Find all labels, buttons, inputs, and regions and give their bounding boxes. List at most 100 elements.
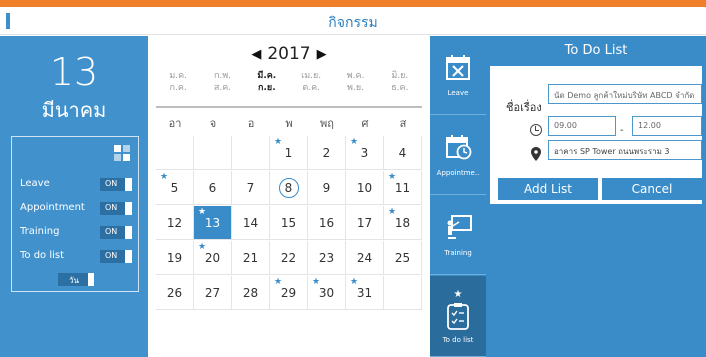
tab-todo[interactable]: ★ To do list (430, 276, 486, 357)
event-star-icon: ★ (350, 137, 359, 147)
calendar-day[interactable]: 28 (232, 276, 270, 310)
day-number: 25 (394, 251, 411, 265)
calendar-day[interactable]: 8 (270, 171, 308, 205)
tab-label: Training (444, 249, 472, 257)
calendar-day[interactable]: 10 (346, 171, 384, 205)
day-number: 15 (280, 216, 297, 230)
calendar-day[interactable]: 2 (308, 136, 346, 170)
filter-leave: Leave ON (20, 177, 132, 193)
location-pin-icon (531, 147, 541, 161)
calendar-day[interactable]: 14 (232, 206, 270, 240)
location-input[interactable]: อาคาร SP Tower ถนนพระราม 3 (548, 140, 702, 160)
weekday-label: อา (168, 117, 182, 130)
calendar-day[interactable]: 22 (270, 241, 308, 275)
month-option[interactable]: มี.ค. ก.ย. (248, 70, 286, 94)
filter-todo: To do list ON (20, 249, 132, 265)
event-star-icon: ★ (388, 207, 397, 217)
day-number: 12 (166, 216, 183, 230)
calendar-day[interactable]: ★ 13 (194, 206, 232, 240)
month-option[interactable]: มิ.ย. ธ.ค. (381, 70, 419, 94)
day-number: 17 (356, 216, 373, 230)
event-star-icon: ★ (350, 277, 359, 287)
event-star-icon: ★ (388, 172, 397, 182)
day-number: 29 (280, 286, 297, 300)
calendar-empty-cell (384, 276, 422, 310)
calendar-day[interactable]: 17 (346, 206, 384, 240)
calendar-day[interactable]: 16 (308, 206, 346, 240)
end-time-input[interactable]: 12.00 (632, 116, 702, 136)
month-option[interactable]: ก.พ. ส.ค. (204, 70, 242, 94)
calendar-day[interactable]: 26 (156, 276, 194, 310)
tab-label: Appointme.. (436, 169, 480, 177)
calendar-day[interactable]: ★ 5 (156, 171, 194, 205)
day-number: 20 (204, 251, 221, 265)
cancel-button[interactable]: Cancel (602, 178, 702, 200)
date-summary-panel: 13 มีนาคม Leave ON Appointment ON Traini… (0, 36, 148, 357)
todo-title: To Do List (564, 43, 628, 58)
calendar-day[interactable]: 15 (270, 206, 308, 240)
month-option[interactable]: พ.ค. พ.ย. (337, 70, 375, 94)
tab-appointment[interactable]: Appointme.. (430, 116, 486, 195)
caret-right-icon[interactable]: ▶ (317, 47, 327, 62)
event-star-icon: ★ (312, 277, 321, 287)
calendar-day[interactable]: 9 (308, 171, 346, 205)
appointment-toggle[interactable]: ON (100, 202, 132, 215)
filter-label: Training (20, 226, 60, 237)
selected-day-number: 13 (49, 50, 99, 94)
filter-box: Leave ON Appointment ON Training ON To d… (11, 136, 139, 292)
calendar-empty-cell (232, 136, 270, 170)
filter-label: Appointment (20, 202, 85, 213)
add-list-button[interactable]: Add List (498, 178, 598, 200)
selected-month-name: มีนาคม (41, 98, 107, 122)
day-number: 16 (318, 216, 335, 230)
month-option[interactable]: เม.ย. ต.ค. (292, 70, 330, 94)
tab-leave[interactable]: Leave (430, 36, 486, 115)
header-bar: กิจกรรม (0, 7, 706, 35)
day-number: 13 (204, 216, 221, 230)
day-number: 24 (356, 251, 373, 265)
event-star-icon: ★ (274, 277, 283, 287)
weekday-header: อา จ อ พ พฤ ศ ส (156, 114, 422, 130)
subject-input[interactable]: นัด Demo ลูกค้าใหม่บริษัท ABCD จำกัด (548, 84, 702, 104)
calendar-day[interactable]: 21 (232, 241, 270, 275)
month-divider (156, 106, 422, 108)
calendar-day[interactable]: 25 (384, 241, 422, 275)
calendar-day[interactable]: 27 (194, 276, 232, 310)
calendar-day[interactable]: ★ 3 (346, 136, 384, 170)
day-number: 23 (318, 251, 335, 265)
calendar-day[interactable]: ★ 29 (270, 276, 308, 310)
calendar-day[interactable]: 12 (156, 206, 194, 240)
subject-label: ชื่อเรื่อง (506, 101, 542, 114)
day-view-toggle[interactable]: วัน (58, 273, 94, 286)
training-toggle[interactable]: ON (100, 226, 132, 239)
weekday-label: พฤ (320, 117, 334, 130)
calendar-day[interactable]: 7 (232, 171, 270, 205)
calendar-day[interactable]: 4 (384, 136, 422, 170)
calendar-day[interactable]: ★ 18 (384, 206, 422, 240)
weekday-label: พ (285, 117, 293, 130)
calendar-day[interactable]: ★ 1 (270, 136, 308, 170)
leave-toggle[interactable]: ON (100, 178, 132, 191)
calendar-day[interactable]: 23 (308, 241, 346, 275)
calendar-day[interactable]: ★ 20 (194, 241, 232, 275)
category-tabs: Leave Appointme.. Training ★ To do list (430, 36, 486, 357)
day-number: 3 (360, 146, 369, 160)
day-number: 31 (356, 286, 373, 300)
todo-panel: To Do List ชื่อเรื่อง นัด Demo ลูกค้าใหม… (486, 36, 706, 357)
calendar: ◀ 20 17 ▶ ม.ค. ก.ค. ก.พ. ส.ค. มี.ค. ก.ย. เม.ย. ต.ค… (148, 36, 430, 357)
start-time-input[interactable]: 09.00 (548, 116, 616, 136)
month-option[interactable]: ม.ค. ก.ค. (159, 70, 197, 94)
calendar-day[interactable]: ★ 11 (384, 171, 422, 205)
filter-appointment: Appointment ON (20, 201, 132, 217)
calendar-day[interactable]: 24 (346, 241, 384, 275)
calendar-day[interactable]: 6 (194, 171, 232, 205)
presentation-icon (447, 215, 472, 239)
tab-training[interactable]: Training (430, 196, 486, 275)
tab-label: To do list (442, 336, 474, 344)
caret-left-icon[interactable]: ◀ (251, 47, 261, 62)
grid-view-icon[interactable] (114, 145, 130, 161)
calendar-day[interactable]: 19 (156, 241, 194, 275)
calendar-day[interactable]: ★ 31 (346, 276, 384, 310)
todo-toggle[interactable]: ON (100, 250, 132, 263)
calendar-day[interactable]: ★ 30 (308, 276, 346, 310)
